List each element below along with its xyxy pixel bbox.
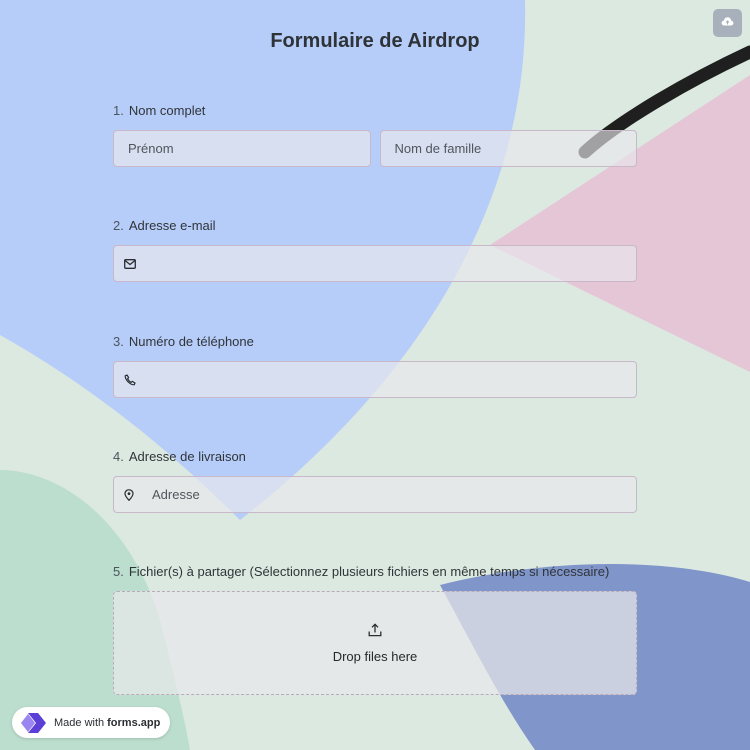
question-text: Fichier(s) à partager (Sélectionnez plus… bbox=[128, 564, 610, 579]
first-name-placeholder: Prénom bbox=[128, 141, 174, 156]
question-label: 5. Fichier(s) à partager (Sélectionnez pl… bbox=[113, 564, 637, 580]
address-placeholder: Adresse bbox=[152, 487, 200, 502]
upload-icon bbox=[368, 622, 382, 642]
question-number: 4. bbox=[113, 449, 124, 464]
question-text: Numéro de téléphone bbox=[128, 334, 254, 349]
file-drop-zone[interactable]: Drop files here bbox=[113, 591, 637, 695]
made-with-badge[interactable]: Made with forms.app bbox=[12, 707, 170, 738]
question-label: 4. Adresse de livraison bbox=[113, 449, 637, 465]
question-label: 2. Adresse e-mail bbox=[113, 218, 637, 234]
badge-prefix: Made with bbox=[54, 716, 105, 729]
drop-files-text: Drop files here bbox=[332, 648, 418, 664]
question-files: 5. Fichier(s) à partager (Sélectionnez pl… bbox=[113, 564, 637, 695]
phone-icon bbox=[124, 373, 138, 387]
question-phone: 3. Numéro de téléphone bbox=[113, 334, 637, 398]
envelope-icon bbox=[124, 257, 138, 271]
address-field[interactable]: Adresse bbox=[113, 476, 637, 513]
first-name-input[interactable]: Prénom bbox=[113, 130, 371, 167]
question-number: 2. bbox=[113, 218, 124, 233]
question-number: 1. bbox=[113, 103, 124, 118]
cloud-upload-icon bbox=[721, 14, 734, 32]
form-title: Formulaire de Airdrop bbox=[270, 30, 480, 52]
question-full-name: 1. Nom complet Prénom Nom de famille bbox=[113, 103, 637, 167]
badge-brand: forms.app bbox=[107, 716, 161, 729]
map-pin-icon bbox=[124, 488, 138, 502]
cloud-upload-button[interactable] bbox=[713, 9, 742, 37]
question-number: 3. bbox=[113, 334, 124, 349]
question-text: Adresse e-mail bbox=[128, 218, 216, 233]
phone-field[interactable] bbox=[113, 361, 637, 398]
question-address: 4. Adresse de livraison Adresse bbox=[113, 449, 637, 513]
question-number: 5. bbox=[113, 564, 124, 579]
forms-app-logo-icon bbox=[19, 711, 48, 735]
last-name-input[interactable]: Nom de famille bbox=[379, 130, 637, 167]
last-name-placeholder: Nom de famille bbox=[394, 141, 482, 156]
question-text: Nom complet bbox=[128, 103, 206, 118]
question-label: 3. Numéro de téléphone bbox=[113, 334, 637, 350]
question-text: Adresse de livraison bbox=[128, 449, 246, 464]
question-label: 1. Nom complet bbox=[113, 103, 637, 119]
question-email: 2. Adresse e-mail bbox=[113, 218, 637, 282]
email-field[interactable] bbox=[113, 245, 637, 282]
